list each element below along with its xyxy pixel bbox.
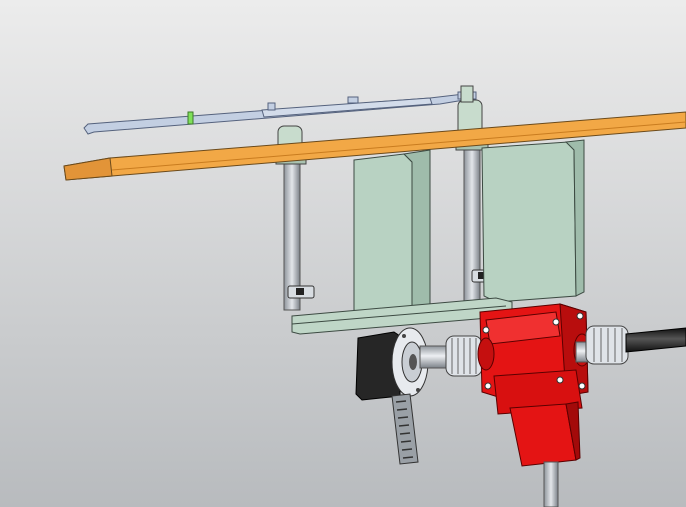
right-silver-coupling xyxy=(585,325,629,365)
sensor-marker-icon xyxy=(187,111,194,125)
black-motor-flange xyxy=(355,327,429,401)
cad-viewport xyxy=(0,0,686,507)
bottom-output-shaft xyxy=(543,461,559,507)
cad-assembly-drawing xyxy=(0,0,686,507)
left-silver-coupling xyxy=(445,335,483,377)
